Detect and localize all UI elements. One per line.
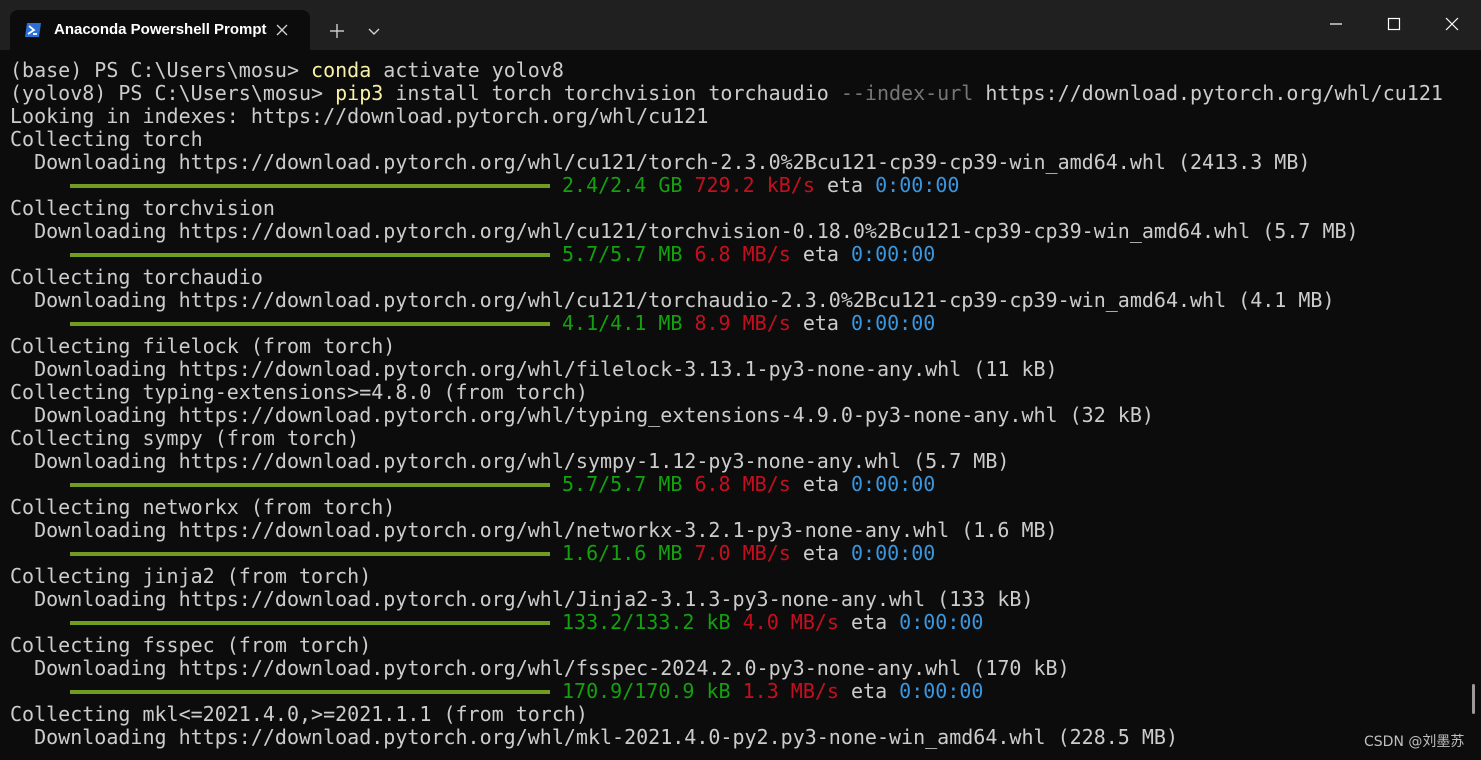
command: pip3 — [335, 81, 384, 105]
terminal-output[interactable]: (base) PS C:\Users\mosu> conda activate … — [0, 50, 1481, 760]
download-speed: 4.0 MB/s — [742, 610, 839, 634]
title-bar: Anaconda Powershell Prompt — [0, 0, 1481, 50]
terminal-line: Collecting jinja2 (from torch) — [10, 564, 372, 588]
eta-value: 0:00:00 — [899, 679, 984, 703]
maximize-button[interactable] — [1365, 0, 1423, 48]
download-size: 2.4/2.4 GB — [562, 173, 683, 197]
progress-info: 5.7/5.7 MB 6.8 MB/s eta 0:00:00 — [562, 243, 935, 266]
command-args: activate yolov8 — [371, 58, 564, 82]
progress-info: 5.7/5.7 MB 6.8 MB/s eta 0:00:00 — [562, 473, 935, 496]
terminal-line: Downloading https://download.pytorch.org… — [10, 725, 1178, 749]
download-speed: 1.3 MB/s — [742, 679, 839, 703]
terminal-line: Downloading https://download.pytorch.org… — [10, 357, 1058, 381]
close-icon[interactable] — [274, 22, 290, 38]
terminal-line: Downloading https://download.pytorch.org… — [10, 403, 1154, 427]
download-size: 5.7/5.7 MB — [562, 242, 683, 266]
download-speed: 6.8 MB/s — [694, 472, 791, 496]
plus-icon — [330, 24, 344, 38]
terminal-line: Downloading https://download.pytorch.org… — [10, 587, 1034, 611]
progress-bar — [70, 184, 550, 188]
command-url: https://download.pytorch.org/whl/cu121 — [973, 81, 1443, 105]
terminal-line: Downloading https://download.pytorch.org… — [10, 518, 1058, 542]
download-speed: 729.2 kB/s — [694, 173, 815, 197]
prompt: (base) PS C:\Users\mosu> — [10, 58, 312, 82]
progress-info: 1.6/1.6 MB 7.0 MB/s eta 0:00:00 — [562, 542, 935, 565]
scrollbar-thumb[interactable] — [1472, 684, 1475, 714]
terminal-line: Collecting torchvision — [10, 196, 275, 220]
minimize-icon — [1330, 23, 1342, 25]
progress-bar — [70, 690, 550, 694]
eta-label: eta — [826, 173, 864, 197]
tab-title: Anaconda Powershell Prompt — [54, 21, 267, 38]
download-speed: 8.9 MB/s — [694, 311, 791, 335]
maximize-icon — [1387, 17, 1401, 31]
command-args: install torch torchvision torchaudio — [383, 81, 841, 105]
terminal-line: Collecting fsspec (from torch) — [10, 633, 372, 657]
eta-value: 0:00:00 — [851, 242, 936, 266]
progress-info: 2.4/2.4 GB 729.2 kB/s eta 0:00:00 — [562, 174, 959, 197]
terminal-line: Collecting torch — [10, 127, 203, 151]
powershell-icon — [25, 23, 41, 37]
terminal-line: Downloading https://download.pytorch.org… — [10, 656, 1070, 680]
terminal-line: Collecting networkx (from torch) — [10, 495, 396, 519]
eta-value: 0:00:00 — [875, 173, 960, 197]
terminal-line: Collecting typing-extensions>=4.8.0 (fro… — [10, 380, 588, 404]
terminal-line: (yolov8) PS C:\Users\mosu> pip3 install … — [10, 82, 1443, 105]
tab-anaconda-powershell[interactable]: Anaconda Powershell Prompt — [10, 10, 310, 50]
terminal-line: Downloading https://download.pytorch.org… — [10, 449, 1010, 473]
terminal-line: Collecting filelock (from torch) — [10, 334, 396, 358]
eta-label: eta — [851, 610, 888, 634]
terminal-line: (base) PS C:\Users\mosu> conda activate … — [10, 59, 564, 82]
progress-bar — [70, 483, 550, 487]
progress-info: 4.1/4.1 MB 8.9 MB/s eta 0:00:00 — [562, 312, 935, 335]
terminal-line: Looking in indexes: https://download.pyt… — [10, 104, 709, 128]
terminal-line: Downloading https://download.pytorch.org… — [10, 150, 1311, 174]
progress-bar — [70, 621, 550, 625]
close-window-button[interactable] — [1423, 0, 1481, 48]
download-size: 133.2/133.2 kB — [562, 610, 731, 634]
eta-value: 0:00:00 — [851, 311, 936, 335]
watermark: CSDN @刘墨苏 — [1364, 734, 1465, 750]
eta-value: 0:00:00 — [899, 610, 984, 634]
progress-bar — [70, 253, 550, 257]
eta-value: 0:00:00 — [851, 472, 936, 496]
eta-label: eta — [802, 311, 839, 335]
progress-bar — [70, 552, 550, 556]
eta-label: eta — [802, 242, 839, 266]
command-flag: --index-url — [840, 81, 974, 105]
eta-label: eta — [802, 541, 839, 565]
terminal-line: Downloading https://download.pytorch.org… — [10, 219, 1359, 243]
download-speed: 7.0 MB/s — [694, 541, 791, 565]
progress-info: 133.2/133.2 kB 4.0 MB/s eta 0:00:00 — [562, 611, 983, 634]
download-size: 5.7/5.7 MB — [562, 472, 683, 496]
terminal-line: Collecting torchaudio — [10, 265, 263, 289]
close-icon — [1445, 17, 1459, 31]
download-speed: 6.8 MB/s — [694, 242, 791, 266]
command: conda — [311, 58, 372, 82]
eta-value: 0:00:00 — [851, 541, 936, 565]
prompt: (yolov8) PS C:\Users\mosu> — [10, 81, 336, 105]
terminal-line: Collecting sympy (from torch) — [10, 426, 360, 450]
terminal-line: Downloading https://download.pytorch.org… — [10, 288, 1335, 312]
terminal-window: Anaconda Powershell Prompt (base) PS C:\… — [0, 0, 1481, 760]
chevron-down-icon — [368, 28, 380, 35]
minimize-button[interactable] — [1307, 0, 1365, 48]
progress-bar — [70, 322, 550, 326]
download-size: 4.1/4.1 MB — [562, 311, 683, 335]
tab-dropdown-button[interactable] — [360, 14, 388, 46]
download-size: 1.6/1.6 MB — [562, 541, 683, 565]
eta-label: eta — [851, 679, 888, 703]
eta-label: eta — [802, 472, 839, 496]
progress-info: 170.9/170.9 kB 1.3 MB/s eta 0:00:00 — [562, 680, 983, 703]
terminal-line: Collecting mkl<=2021.4.0,>=2021.1.1 (fro… — [10, 702, 588, 726]
new-tab-button[interactable] — [320, 14, 354, 46]
download-size: 170.9/170.9 kB — [562, 679, 731, 703]
